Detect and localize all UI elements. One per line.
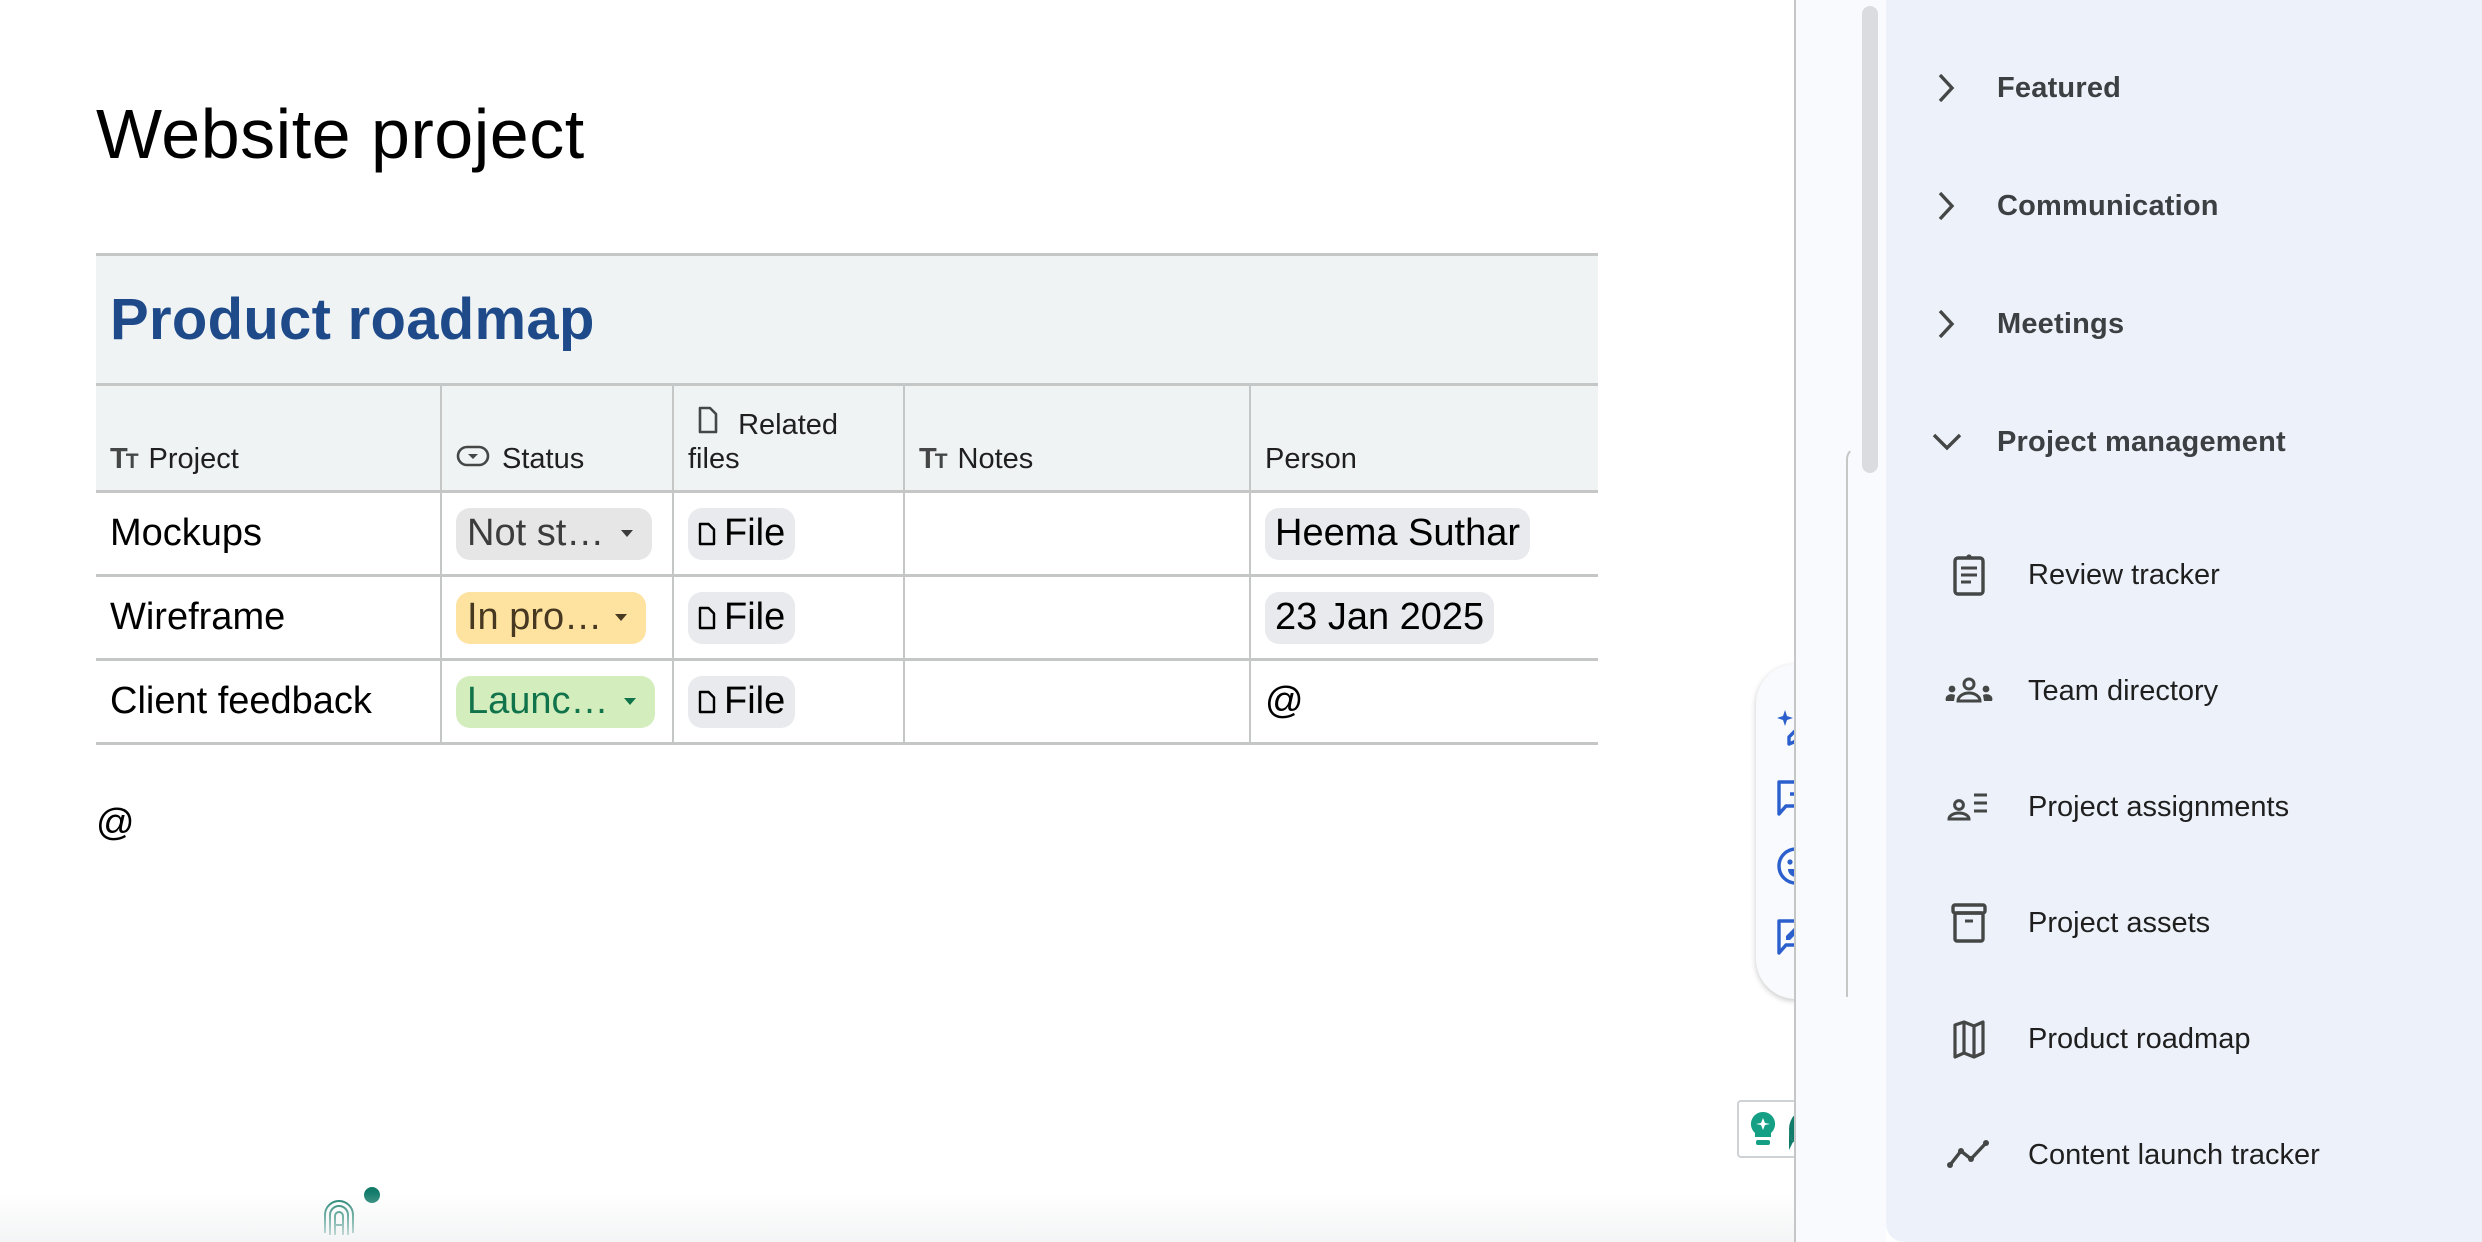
caret-down-icon [621, 530, 633, 537]
cell-person[interactable]: @ [1251, 661, 1598, 742]
section-label: Project management [1997, 425, 2286, 458]
template-label: Team directory [2028, 674, 2219, 707]
cell-person[interactable]: 23 Jan 2025 [1251, 577, 1598, 658]
column-header-status[interactable]: Status [442, 386, 674, 490]
table-title[interactable]: Product roadmap [110, 286, 595, 353]
cell-person[interactable]: Heema Suthar [1251, 493, 1598, 574]
cell-notes[interactable] [905, 493, 1251, 574]
table-row: Client feedback Launc… File @ [96, 661, 1598, 745]
column-header-label: Notes [957, 443, 1034, 475]
project-name: Mockups [110, 512, 263, 554]
templates-side-panel: Featured Communication Meetings Project … [1886, 0, 2482, 1242]
column-header-person[interactable]: Person [1251, 386, 1598, 490]
group-icon [1945, 677, 1993, 703]
status-label: In pro… [467, 596, 603, 638]
table-row: Wireframe In pro… File 23 Jan 2025 [96, 577, 1598, 661]
file-chip[interactable]: File [688, 675, 796, 728]
cell-related-files[interactable]: File [674, 577, 905, 658]
gutter-line [1846, 447, 1858, 997]
person-list-icon [1947, 793, 1987, 821]
file-label: File [724, 680, 786, 722]
section-meetings[interactable]: Meetings [1886, 289, 2482, 359]
template-team-directory[interactable]: Team directory [1886, 653, 2482, 729]
project-name: Client feedback [110, 680, 372, 722]
column-header-label: Person [1265, 443, 1357, 475]
table-row: Mockups Not st… File Heema Suthar [96, 493, 1598, 577]
cell-status[interactable]: In pro… [442, 577, 674, 658]
section-label: Meetings [1997, 307, 2125, 340]
status-label: Launc… [467, 680, 609, 722]
cell-status[interactable]: Launc… [442, 661, 674, 742]
dropdown-chip-icon [456, 443, 490, 476]
table-header-row: TT Project Status Related files TT Notes… [96, 386, 1598, 493]
bottom-fade [0, 1192, 1794, 1242]
cell-project[interactable]: Wireframe [96, 577, 442, 658]
template-label: Content launch tracker [2028, 1138, 2320, 1171]
section-label: Featured [1997, 71, 2122, 104]
file-chip[interactable]: File [688, 507, 796, 560]
cell-related-files[interactable]: File [674, 661, 905, 742]
person-chip[interactable]: Heema Suthar [1265, 507, 1531, 560]
template-label: Project assignments [2028, 790, 2290, 823]
date-chip[interactable]: 23 Jan 2025 [1265, 591, 1495, 644]
status-dropdown[interactable]: Launc… [456, 675, 655, 728]
template-content-launch-tracker[interactable]: Content launch tracker [1886, 1117, 2482, 1193]
column-header-notes[interactable]: TT Notes [905, 386, 1251, 490]
section-label: Communication [1997, 189, 2219, 222]
status-dropdown[interactable]: In pro… [456, 591, 646, 644]
scrollbar-thumb[interactable] [1862, 6, 1878, 473]
template-label: Project assets [2028, 906, 2211, 939]
section-featured[interactable]: Featured [1886, 53, 2482, 123]
cell-status[interactable]: Not st… [442, 493, 674, 574]
archive-box-icon [1951, 903, 1987, 943]
section-project-management[interactable]: Project management [1886, 407, 2482, 477]
caret-down-icon [615, 614, 627, 621]
file-label: File [724, 596, 786, 638]
cell-project[interactable]: Mockups [96, 493, 442, 574]
template-label: Review tracker [2028, 558, 2220, 591]
section-communication[interactable]: Communication [1886, 171, 2482, 241]
file-icon [698, 606, 716, 629]
project-name: Wireframe [110, 596, 286, 638]
lightbulb-icon[interactable] [1747, 1110, 1779, 1148]
caret-down-icon [624, 698, 636, 705]
file-chip[interactable]: File [688, 591, 796, 644]
file-label: File [724, 512, 786, 554]
product-roadmap-table: Product roadmap TT Project Status Relate… [96, 253, 1598, 745]
pane-divider[interactable] [1794, 0, 1796, 1242]
column-header-related-files[interactable]: Related files [674, 386, 905, 490]
status-label: Not st… [467, 512, 605, 554]
file-icon [698, 690, 716, 713]
file-icon [698, 406, 718, 442]
cell-related-files[interactable]: File [674, 493, 905, 574]
text-type-icon: TT [110, 443, 139, 475]
template-product-roadmap[interactable]: Product roadmap [1886, 1001, 2482, 1077]
cell-notes[interactable] [905, 577, 1251, 658]
column-header-related-files-wrap: Related files [688, 406, 838, 476]
column-header-label: Status [502, 443, 585, 475]
template-review-tracker[interactable]: Review tracker [1886, 537, 2482, 613]
document-title[interactable]: Website project [96, 94, 585, 174]
chevron-right-icon [1938, 191, 1955, 221]
cell-notes[interactable] [905, 661, 1251, 742]
document-canvas[interactable]: Website project Product roadmap TT Proje… [0, 0, 1794, 1242]
trend-line-icon [1947, 1140, 1989, 1168]
template-project-assignments[interactable]: Project assignments [1886, 769, 2482, 845]
map-icon [1953, 1020, 1985, 1059]
template-label: Product roadmap [2028, 1022, 2251, 1055]
chevron-down-icon [1932, 433, 1962, 451]
status-dropdown[interactable]: Not st… [456, 507, 652, 560]
person-mention-input[interactable]: @ [1265, 680, 1304, 723]
template-project-assets[interactable]: Project assets [1886, 885, 2482, 961]
column-header-project[interactable]: TT Project [96, 386, 442, 490]
mention-text[interactable]: @ [96, 802, 135, 845]
chevron-right-icon [1938, 73, 1955, 103]
cell-project[interactable]: Client feedback [96, 661, 442, 742]
file-icon [698, 522, 716, 545]
clipboard-icon [1953, 554, 1985, 596]
chevron-right-icon [1938, 309, 1955, 339]
column-header-label: Project [148, 443, 239, 475]
text-type-icon: TT [919, 443, 948, 475]
table-title-row: Product roadmap [96, 253, 1598, 386]
